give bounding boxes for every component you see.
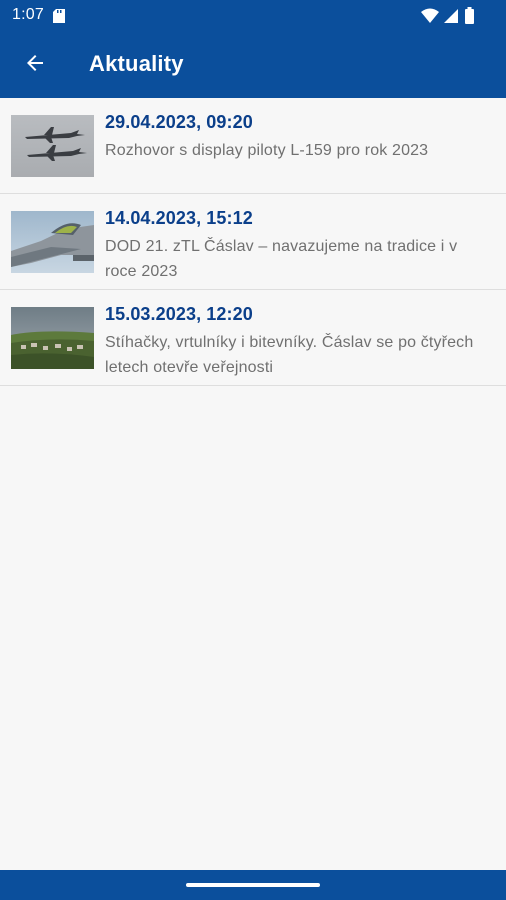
status-bar: 1:07 — [0, 0, 506, 32]
battery-icon — [465, 7, 474, 24]
sd-card-icon — [53, 9, 65, 28]
cell-signal-icon — [444, 9, 458, 23]
arrow-back-icon — [23, 51, 47, 80]
news-thumbnail-jets — [11, 115, 94, 177]
news-title: Stíhačky, vrtulníky i bitevníky. Čáslav … — [105, 334, 474, 376]
navigation-bar — [0, 870, 506, 900]
news-item[interactable]: 15.03.2023, 12:20 Stíhačky, vrtulníky i … — [0, 290, 506, 386]
news-title: Rozhovor s display piloty L-159 pro rok … — [105, 142, 429, 159]
wifi-icon — [421, 8, 439, 23]
news-item[interactable]: 14.04.2023, 15:12 DOD 21. zTL Čáslav – n… — [0, 194, 506, 290]
status-time: 1:07 — [12, 6, 44, 23]
news-date: 15.03.2023, 12:20 — [105, 304, 253, 324]
news-list: 29.04.2023, 09:20 Rozhovor s display pil… — [0, 98, 506, 386]
news-date: 14.04.2023, 15:12 — [105, 208, 253, 228]
home-gesture-handle[interactable] — [186, 883, 320, 887]
news-title: DOD 21. zTL Čáslav – navazujeme na tradi… — [105, 238, 458, 280]
news-thumbnail-gripen — [11, 211, 94, 273]
news-item[interactable]: 29.04.2023, 09:20 Rozhovor s display pil… — [0, 98, 506, 194]
news-date: 29.04.2023, 09:20 — [105, 112, 253, 132]
back-button[interactable] — [14, 44, 56, 86]
status-icons — [420, 7, 494, 25]
app-bar: Aktuality — [0, 32, 506, 98]
page-title: Aktuality — [89, 51, 184, 76]
news-thumbnail-landscape — [11, 307, 94, 369]
